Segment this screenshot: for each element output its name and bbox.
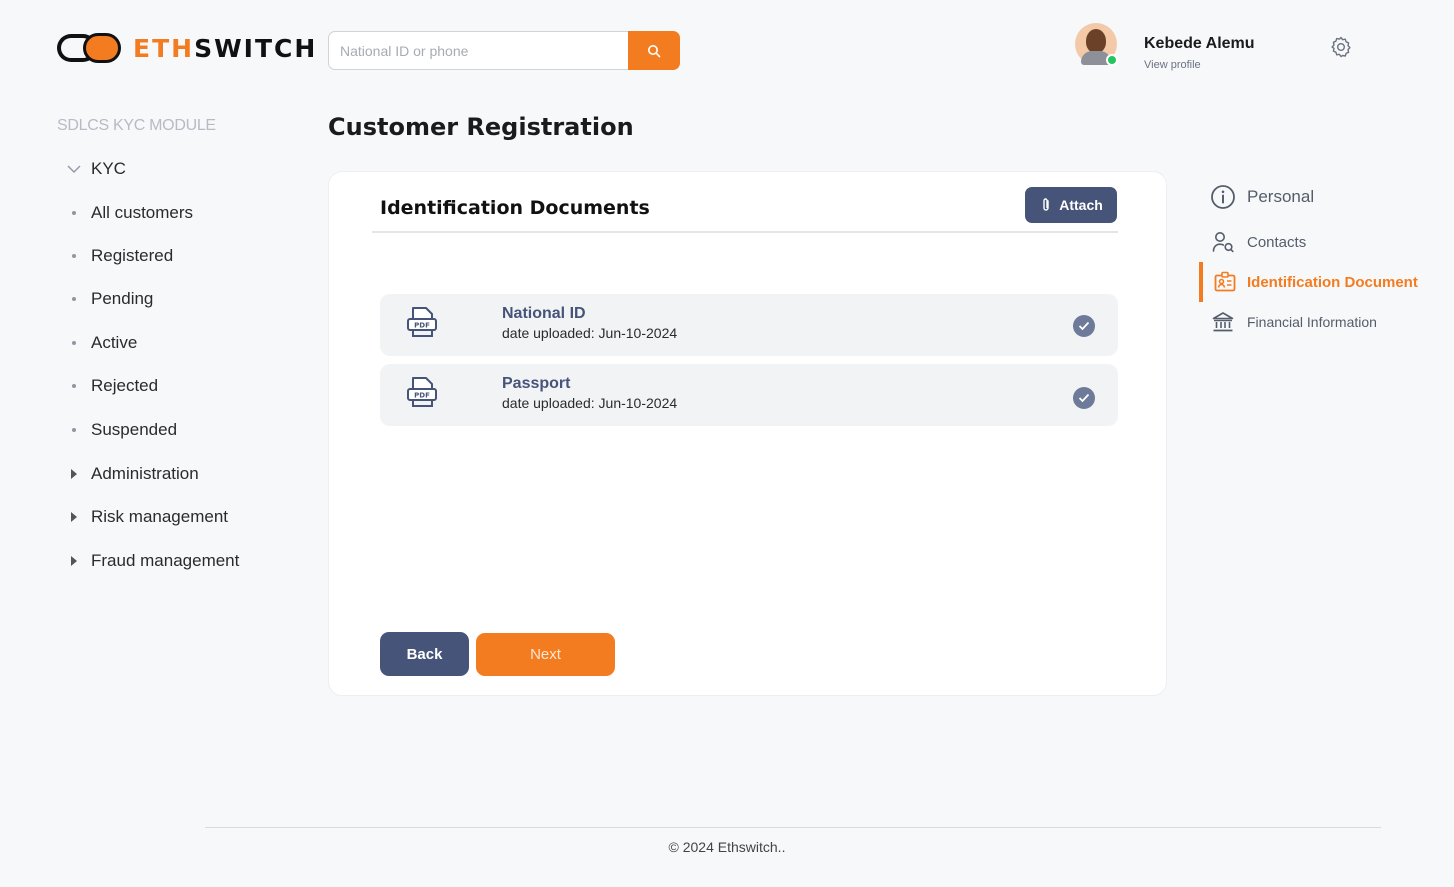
back-button[interactable]: Back bbox=[380, 632, 469, 676]
view-profile-link[interactable]: View profile bbox=[1144, 59, 1201, 71]
brand-logo[interactable]: ETHSWITCH bbox=[57, 33, 317, 63]
sidebar-item-label: Active bbox=[91, 333, 138, 352]
svg-text:PDF: PDF bbox=[414, 392, 430, 400]
search-button[interactable] bbox=[628, 31, 680, 70]
step-label: Contacts bbox=[1247, 233, 1307, 251]
id-card-icon bbox=[1214, 271, 1236, 292]
module-title: SDLCS KYC MODULE bbox=[57, 117, 216, 134]
footer-divider bbox=[205, 827, 1381, 828]
footer-copyright: © 2024 Ethswitch.. bbox=[668, 839, 786, 855]
bullet-icon bbox=[72, 341, 76, 345]
documents-card: Identification Documents Attach PDF Nati… bbox=[328, 171, 1167, 696]
bullet-icon bbox=[72, 254, 76, 258]
caret-right-icon bbox=[71, 512, 77, 522]
document-item[interactable]: PDF National ID date uploaded: Jun-10-20… bbox=[380, 294, 1118, 356]
page-title: Customer Registration bbox=[328, 113, 634, 141]
divider bbox=[372, 231, 1118, 233]
sidebar-item-administration[interactable]: Administration bbox=[57, 464, 199, 484]
svg-text:PDF: PDF bbox=[414, 322, 430, 330]
sidebar-item-all-customers[interactable]: All customers bbox=[57, 203, 193, 223]
step-label: Financial Information bbox=[1247, 314, 1377, 330]
search-icon bbox=[648, 44, 661, 57]
check-circle-icon bbox=[1073, 387, 1095, 409]
bullet-icon bbox=[72, 297, 76, 301]
attach-button[interactable]: Attach bbox=[1025, 187, 1117, 223]
bullet-icon bbox=[72, 384, 76, 388]
caret-right-icon bbox=[71, 556, 77, 566]
document-date: date uploaded: Jun-10-2024 bbox=[502, 395, 678, 411]
bullet-icon bbox=[72, 211, 76, 215]
sidebar-item-label: Administration bbox=[91, 464, 199, 483]
check-circle-icon bbox=[1073, 315, 1095, 337]
paperclip-icon bbox=[1043, 198, 1049, 211]
online-status-dot bbox=[1106, 54, 1118, 66]
step-identification-document[interactable]: Identification Document bbox=[1199, 262, 1418, 302]
section-title: Identification Documents bbox=[380, 197, 650, 219]
sidebar-item-suspended[interactable]: Suspended bbox=[57, 420, 177, 440]
brand-name: ETHSWITCH bbox=[133, 33, 318, 63]
next-button[interactable]: Next bbox=[476, 633, 615, 676]
sidebar-item-registered[interactable]: Registered bbox=[57, 246, 173, 266]
sidebar-item-label: All customers bbox=[91, 203, 194, 222]
step-financial-information[interactable]: Financial Information bbox=[1199, 302, 1377, 342]
step-label: Personal bbox=[1247, 187, 1315, 206]
sidebar-item-kyc[interactable]: KYC bbox=[57, 159, 126, 179]
chevron-down-icon bbox=[67, 165, 81, 173]
document-date: date uploaded: Jun-10-2024 bbox=[502, 325, 678, 341]
sidebar-item-risk-management[interactable]: Risk management bbox=[57, 507, 228, 527]
avatar[interactable] bbox=[1075, 23, 1118, 66]
document-name: Passport bbox=[502, 375, 571, 392]
search-bar bbox=[328, 31, 680, 70]
step-label: Identification Document bbox=[1247, 273, 1418, 291]
sidebar-item-label: Registered bbox=[91, 246, 174, 265]
pdf-file-icon: PDF bbox=[407, 307, 437, 337]
info-icon bbox=[1211, 185, 1235, 209]
attach-label: Attach bbox=[1059, 197, 1103, 213]
sidebar-item-label: Rejected bbox=[91, 376, 159, 395]
user-contact-icon bbox=[1212, 232, 1234, 253]
step-contacts[interactable]: Contacts bbox=[1199, 222, 1306, 262]
user-name: Kebede Alemu bbox=[1144, 35, 1255, 52]
caret-right-icon bbox=[71, 469, 77, 479]
bank-icon bbox=[1212, 312, 1234, 332]
pdf-file-icon: PDF bbox=[407, 377, 437, 407]
sidebar-item-active[interactable]: Active bbox=[57, 333, 137, 353]
document-item[interactable]: PDF Passport date uploaded: Jun-10-2024 bbox=[380, 364, 1118, 426]
sidebar-item-label: Suspended bbox=[91, 420, 178, 439]
sidebar-item-label: Pending bbox=[91, 289, 154, 308]
document-name: National ID bbox=[502, 305, 586, 322]
sidebar-item-fraud-management[interactable]: Fraud management bbox=[57, 551, 239, 571]
sidebar-item-rejected[interactable]: Rejected bbox=[57, 376, 158, 396]
sidebar-item-label: Fraud management bbox=[91, 551, 240, 570]
search-input[interactable] bbox=[328, 31, 628, 70]
logo-mark-icon bbox=[57, 33, 123, 63]
user-profile[interactable]: Kebede Alemu View profile bbox=[1075, 23, 1255, 71]
sidebar-item-label: KYC bbox=[91, 159, 126, 178]
sidebar-item-pending[interactable]: Pending bbox=[57, 289, 153, 309]
bullet-icon bbox=[72, 428, 76, 432]
sidebar-item-label: Risk management bbox=[91, 507, 229, 526]
gear-icon[interactable] bbox=[1329, 35, 1353, 59]
step-personal[interactable]: Personal bbox=[1199, 177, 1314, 217]
